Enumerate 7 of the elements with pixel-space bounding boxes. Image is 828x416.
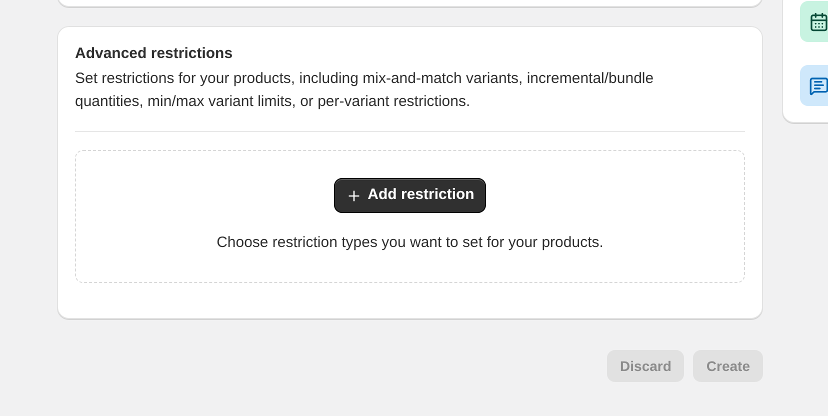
add-restriction-button[interactable]: Add restriction <box>334 178 486 213</box>
card-title: Advanced restrictions <box>75 44 234 64</box>
calendar-icon <box>809 12 828 32</box>
card-description: Set restrictions for your products, including mix-and-match variants, incremental/bundle quantities, min/max variant limits, or per-variant restrictions. <box>75 69 655 112</box>
hint-text: Choose restriction types you want to set for your products. <box>216 233 604 253</box>
chat-icon <box>809 76 828 96</box>
plus-icon <box>346 188 362 204</box>
